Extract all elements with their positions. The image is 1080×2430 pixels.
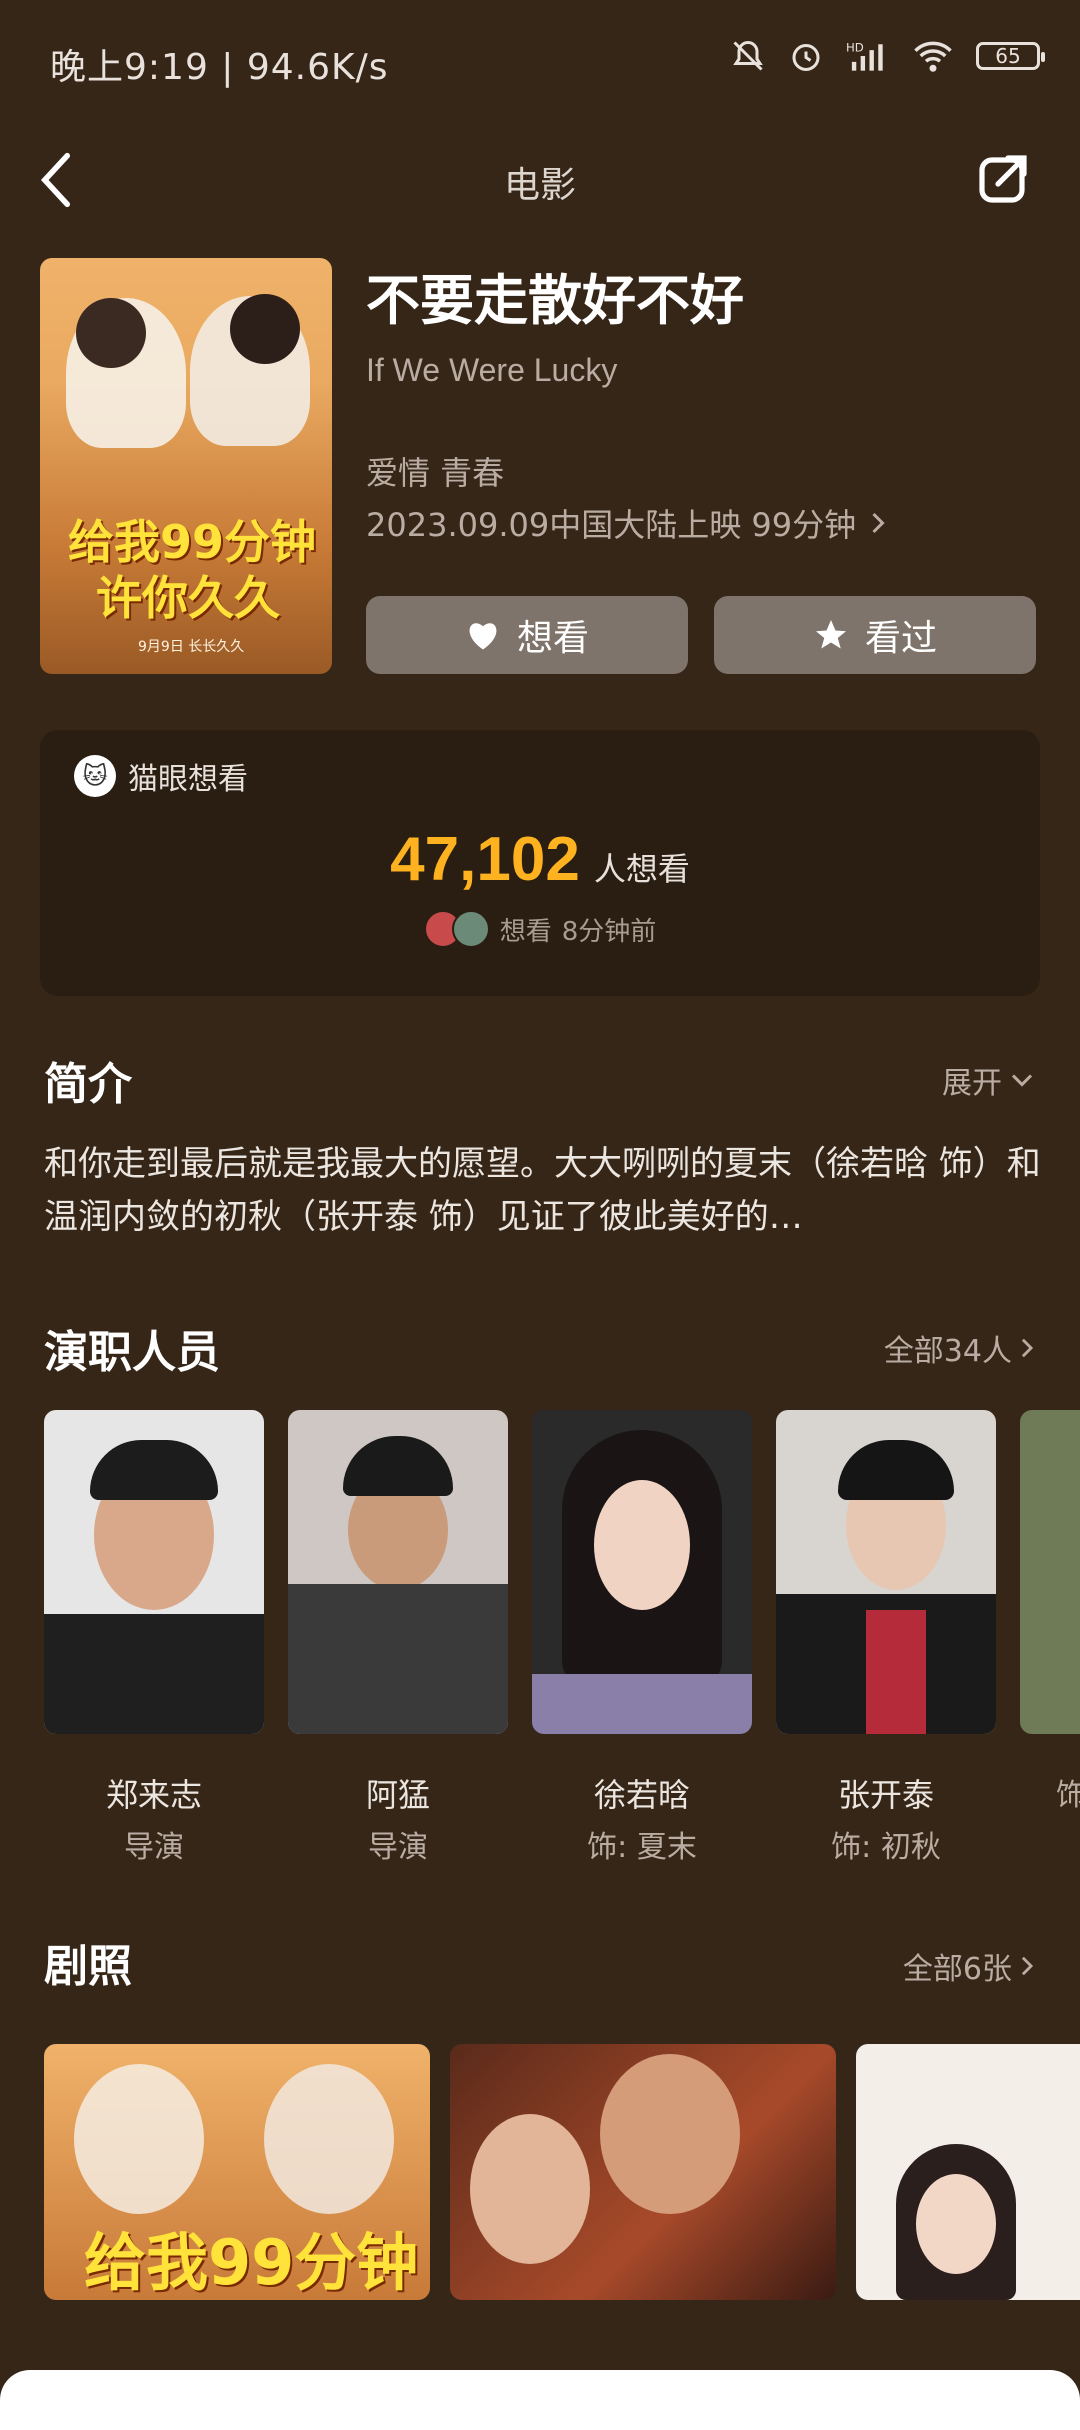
want-to-watch-button[interactable]: 想看 bbox=[366, 596, 688, 674]
cast-role: 饰 bbox=[1056, 1778, 1080, 1813]
cast-all-link[interactable]: 全部34人 bbox=[884, 1326, 1034, 1370]
poster-hair bbox=[230, 294, 300, 364]
activity-action: 想看 bbox=[499, 916, 552, 947]
share-icon[interactable] bbox=[978, 152, 1030, 204]
want-count: 47,102 bbox=[390, 825, 580, 894]
movie-title: 不要走散好不好 bbox=[366, 269, 744, 332]
stills-all-label: 全部6张 bbox=[902, 1952, 1012, 1987]
avatar-stack bbox=[423, 910, 490, 948]
expand-label: 展开 bbox=[942, 1066, 1002, 1101]
poster-slogan-line2: 许你久久 bbox=[96, 571, 280, 625]
want-count-row: 47,102 人想看 bbox=[40, 824, 1040, 895]
release-text: 2023.09.09中国大陆上映 99分钟 bbox=[366, 506, 857, 544]
bell-off-icon bbox=[733, 40, 763, 71]
synopsis-title: 简介 bbox=[44, 1059, 132, 1110]
cast-member[interactable]: 饰 bbox=[1020, 1410, 1080, 1814]
cast-member[interactable]: 徐若晗 饰: 夏末 bbox=[532, 1410, 752, 1866]
cast-name: 阿猛 bbox=[365, 1776, 430, 1814]
stills-all-link[interactable]: 全部6张 bbox=[903, 1944, 1034, 1988]
activity-time: 8分钟前 bbox=[561, 916, 657, 947]
maoyan-label: 猫眼想看 bbox=[128, 762, 248, 797]
watched-button[interactable]: 看过 bbox=[714, 596, 1036, 674]
avatar bbox=[451, 910, 490, 948]
poster-date-text: 9月9日 长长久久 bbox=[138, 639, 245, 655]
alarm-icon bbox=[792, 44, 820, 71]
seen-label: 看过 bbox=[864, 618, 937, 659]
status-icons: HD 65 bbox=[730, 38, 1045, 74]
cast-name: 张开泰 bbox=[837, 1776, 934, 1814]
cast-photo bbox=[1020, 1410, 1080, 1734]
bottom-sheet-edge bbox=[0, 2370, 1080, 2430]
want-count-suffix: 人想看 bbox=[593, 850, 690, 888]
stills-title: 剧照 bbox=[44, 1941, 132, 1992]
cast-name: 郑来志 bbox=[105, 1776, 202, 1814]
cast-role: 导演 bbox=[124, 1830, 184, 1865]
maoyan-want-card: 🐱 猫眼想看 47,102 人想看 想看 8分钟前 bbox=[40, 730, 1040, 996]
page-title: 电影 bbox=[503, 165, 576, 206]
movie-english-title: If We Were Lucky bbox=[366, 352, 618, 388]
cast-role: 饰: 初秋 bbox=[831, 1830, 941, 1865]
cast-photo bbox=[776, 1410, 996, 1734]
synopsis-expand-button[interactable]: 展开 bbox=[942, 1058, 1034, 1102]
cast-all-label: 全部34人 bbox=[883, 1334, 1012, 1369]
cast-photo bbox=[44, 1410, 264, 1734]
still-image[interactable]: 给我99分钟 bbox=[44, 2044, 430, 2300]
svg-text:HD: HD bbox=[846, 41, 864, 55]
cast-role: 饰: 夏末 bbox=[587, 1830, 697, 1865]
still-image[interactable] bbox=[450, 2044, 836, 2300]
still-slogan: 给我99分钟 bbox=[84, 2226, 419, 2299]
recent-activity: 想看 8分钟前 bbox=[40, 910, 1040, 948]
still-image[interactable] bbox=[856, 2044, 1080, 2300]
cast-photo bbox=[532, 1410, 752, 1734]
chevron-right-icon bbox=[872, 512, 885, 534]
cast-role: 导演 bbox=[368, 1830, 428, 1865]
battery-icon: 65 bbox=[976, 42, 1045, 70]
cast-photo bbox=[288, 1410, 508, 1734]
heart-icon bbox=[469, 623, 497, 650]
want-label: 想看 bbox=[516, 618, 589, 659]
synopsis-text: 和你走到最后就是我最大的愿望。大大咧咧的夏末（徐若晗 饰）和温润内敛的初秋（张开… bbox=[44, 1144, 1041, 1238]
chevron-right-icon bbox=[1021, 1338, 1034, 1358]
poster-hair bbox=[76, 298, 146, 368]
maoyan-cat-icon: 🐱 bbox=[74, 755, 116, 797]
cast-member[interactable]: 张开泰 饰: 初秋 bbox=[776, 1410, 996, 1866]
cast-member[interactable]: 郑来志 导演 bbox=[44, 1410, 264, 1866]
status-time-speed: 晚上9:19 | 94.6K/s bbox=[50, 47, 389, 88]
movie-release-info[interactable]: 2023.09.09中国大陆上映 99分钟 bbox=[366, 500, 886, 546]
cast-name: 徐若晗 bbox=[593, 1776, 690, 1814]
hd-signal-icon: HD bbox=[846, 41, 883, 71]
cast-member[interactable]: 阿猛 导演 bbox=[288, 1410, 508, 1866]
movie-genres: 爱情 青春 bbox=[366, 454, 505, 492]
chevron-down-icon bbox=[1011, 1074, 1033, 1087]
wifi-icon bbox=[914, 41, 952, 72]
star-icon bbox=[815, 620, 846, 649]
cast-title: 演职人员 bbox=[44, 1327, 220, 1378]
chevron-right-icon bbox=[1021, 1956, 1034, 1976]
maoyan-header: 🐱 猫眼想看 bbox=[74, 754, 248, 798]
movie-poster[interactable]: 给我99分钟 许你久久 9月9日 长长久久 bbox=[40, 258, 332, 674]
